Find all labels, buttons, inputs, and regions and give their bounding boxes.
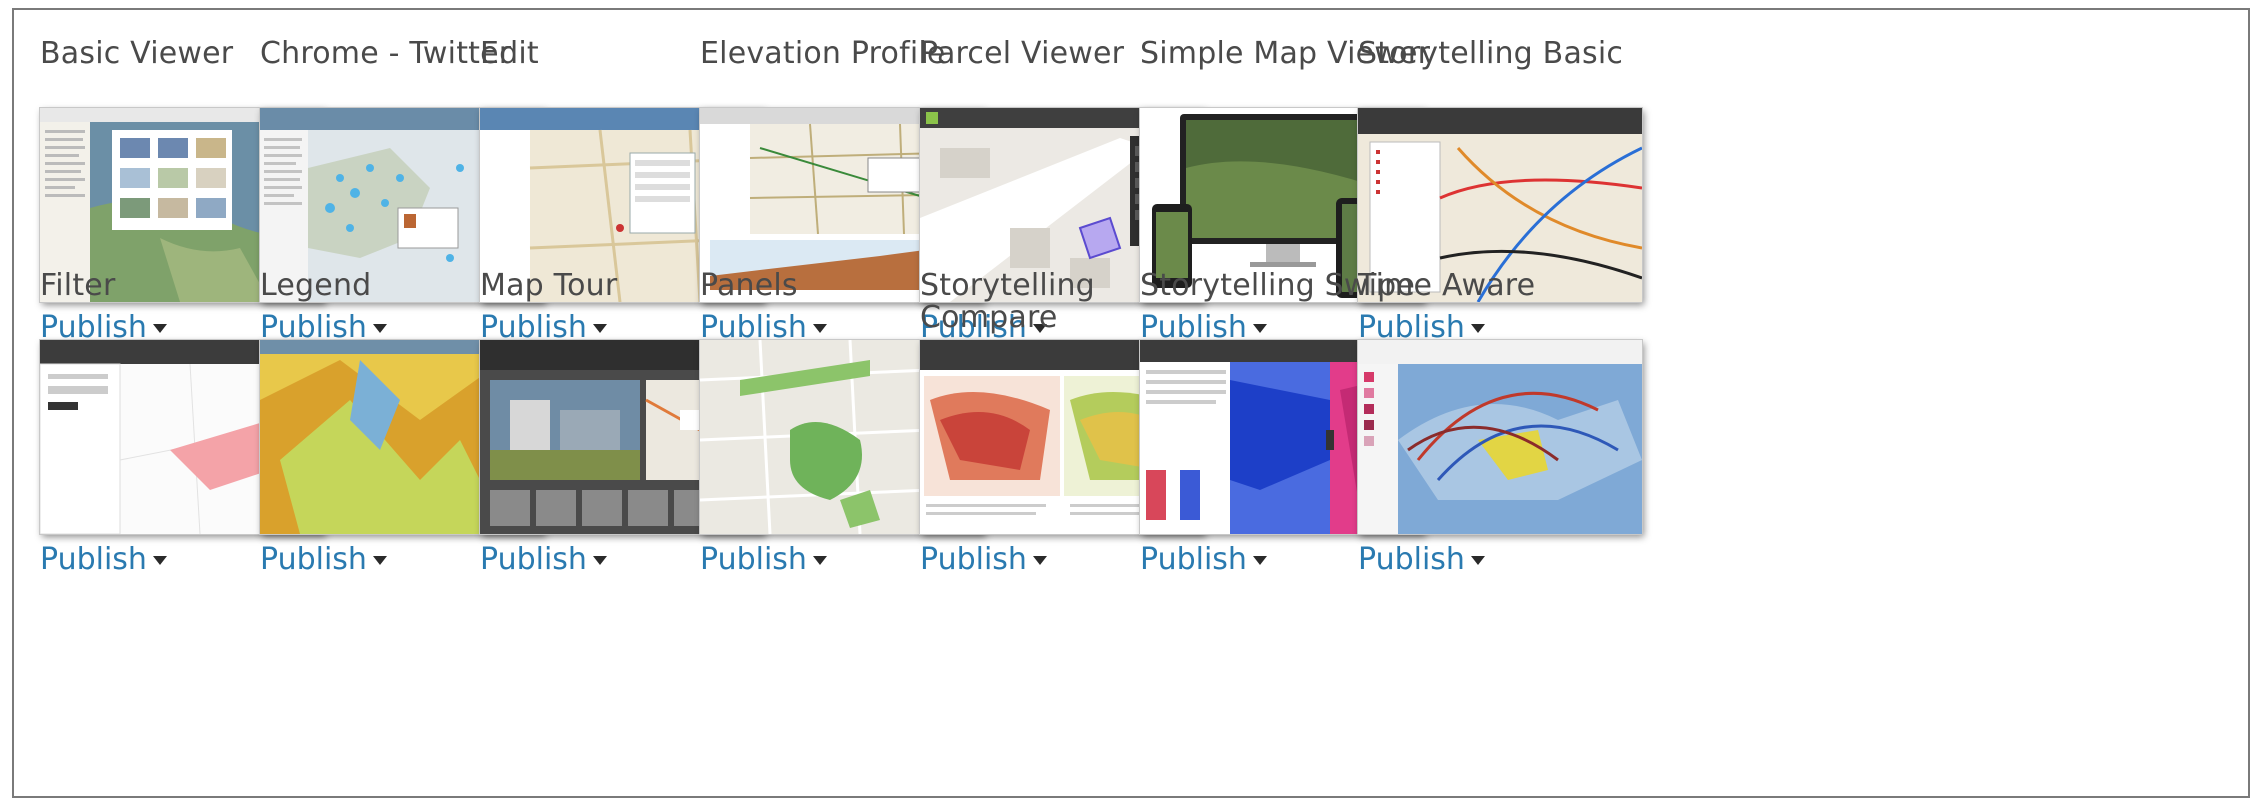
publish-label: Publish bbox=[40, 542, 147, 577]
caret-down-icon bbox=[1252, 555, 1267, 565]
caret-down-icon bbox=[592, 555, 607, 565]
publish-label: Publish bbox=[480, 542, 587, 577]
publish-label: Publish bbox=[920, 542, 1027, 577]
caret-down-icon bbox=[1032, 555, 1047, 565]
caret-down-icon bbox=[812, 555, 827, 565]
publish-label: Publish bbox=[1358, 542, 1465, 577]
publish-button[interactable]: Publish bbox=[480, 542, 607, 578]
caret-down-icon bbox=[1470, 555, 1485, 565]
publish-button[interactable]: Publish bbox=[700, 542, 827, 578]
template-gallery: Basic Viewer Publish Chrome - Twitter Pu… bbox=[14, 10, 2248, 796]
publish-button[interactable]: Publish bbox=[1358, 542, 1485, 578]
templates-panel: Basic Viewer Publish Chrome - Twitter Pu… bbox=[12, 8, 2250, 798]
caret-down-icon bbox=[372, 555, 387, 565]
publish-label: Publish bbox=[700, 542, 807, 577]
template-tile: Time Aware Publish bbox=[1358, 270, 1658, 578]
publish-button[interactable]: Publish bbox=[40, 542, 167, 578]
template-title: Storytelling Basic bbox=[1358, 36, 1624, 71]
template-title: Time Aware bbox=[1358, 268, 1536, 303]
caret-down-icon bbox=[152, 555, 167, 565]
publish-button[interactable]: Publish bbox=[260, 542, 387, 578]
publish-label: Publish bbox=[1140, 542, 1247, 577]
publish-label: Publish bbox=[260, 542, 367, 577]
publish-button[interactable]: Publish bbox=[1140, 542, 1267, 578]
template-thumbnail[interactable] bbox=[1358, 340, 1642, 534]
publish-button[interactable]: Publish bbox=[920, 542, 1047, 578]
